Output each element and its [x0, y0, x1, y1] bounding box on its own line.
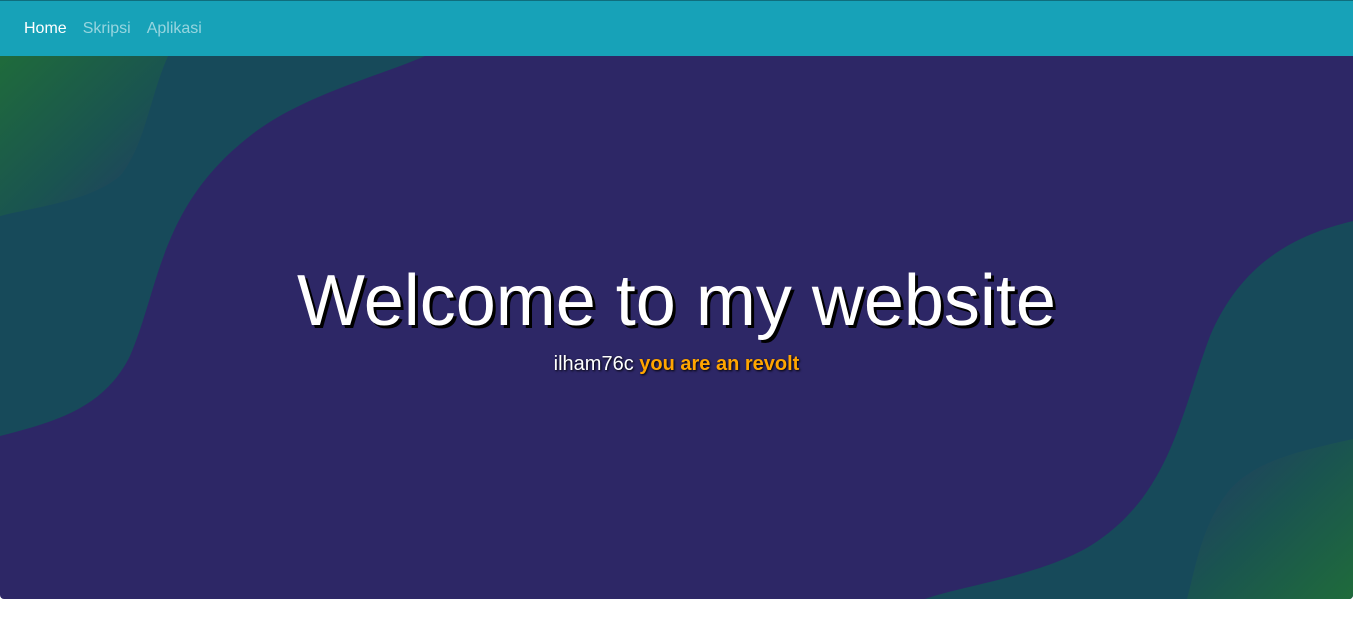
hero-subtitle-name: ilham76c: [553, 353, 634, 375]
nav-home[interactable]: Home: [24, 20, 67, 38]
top-navbar: Home Skripsi Aplikasi: [0, 0, 1353, 56]
hero-subtitle: ilham76c you are an revolt: [0, 352, 1353, 376]
hero-banner: Welcome to my website ilham76c you are a…: [0, 56, 1353, 599]
nav-aplikasi[interactable]: Aplikasi: [147, 20, 202, 38]
hero-title: Welcome to my website: [297, 261, 1056, 341]
hero-subtitle-accent: you are an revolt: [639, 353, 800, 375]
hero-content: Welcome to my website ilham76c you are a…: [0, 56, 1353, 599]
nav-skripsi[interactable]: Skripsi: [83, 20, 131, 38]
